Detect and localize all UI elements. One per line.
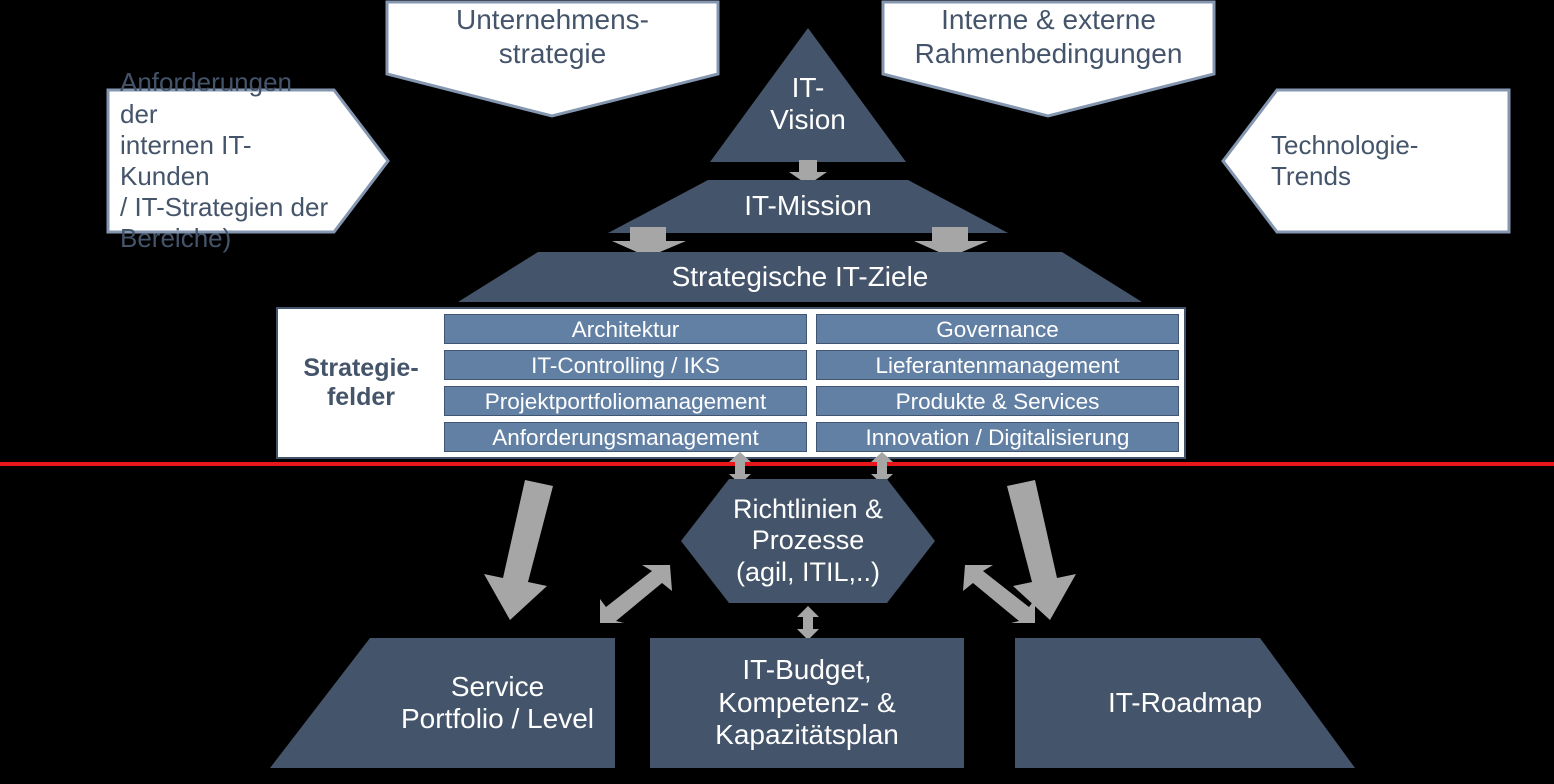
strategy-field-produkte-services[interactable]: Produkte & Services (816, 386, 1179, 416)
strategy-field-projektportfoliomanagement[interactable]: Projektportfoliomanagement (444, 386, 807, 416)
arrow-updown-icon (797, 606, 819, 640)
arrow-hexagon-to-it-roadmap (955, 563, 1037, 625)
callout-rahmenbedingungen-label: Interne & externe Rahmenbedingungen (914, 4, 1183, 69)
trapezoid-shape (608, 180, 1008, 233)
center-hexagon-richtlinien-prozesse: Richtlinien & Prozesse (agil, ITIL,..) (681, 479, 935, 603)
arrow-down-left-icon (484, 480, 553, 620)
triangle-shape (710, 28, 906, 162)
strategy-field-anforderungsmanagement[interactable]: Anforderungsmanagement (444, 422, 807, 452)
bottom-it-budget-label: IT-Budget, Kompetenz- & Kapazitätsplan (715, 654, 899, 751)
callout-unternehmensstrategie: Unternehmens-strategie (385, 0, 720, 118)
hexagon-shape (681, 479, 935, 603)
bottom-it-roadmap: IT-Roadmap (1015, 638, 1355, 768)
trapezoid-shape (458, 252, 1142, 302)
arrow-double-diagonal-icon (963, 565, 1035, 623)
arrow-hexagon-to-budget (795, 606, 821, 640)
strategy-fields-panel: Strategie-felder Architektur IT-Controll… (276, 307, 1186, 459)
red-separator-line (0, 462, 1554, 466)
pyramid-strategische-it-ziele: Strategische IT-Ziele (458, 252, 1142, 302)
arrow-to-service-portfolio (470, 478, 560, 622)
strategy-fields-label: Strategie-felder (303, 353, 419, 412)
callout-technologie-trends: Technologie- Trends (1221, 88, 1511, 234)
callout-anforderungen-label: Anforderungen der internen IT-Kunden / IT-… (120, 67, 329, 254)
strategy-field-lieferantenmanagement[interactable]: Lieferantenmanagement (816, 350, 1179, 380)
strategy-fields-left-column: Architektur IT-Controlling / IKS Projekt… (444, 314, 807, 452)
callout-anforderungen: Anforderungen der internen IT-Kunden / IT-… (106, 67, 390, 254)
callout-rahmenbedingungen: Interne & externe Rahmenbedingungen (881, 0, 1216, 118)
callout-technologie-trends-label: Technologie- Trends (1271, 129, 1419, 191)
pyramid-it-vision: IT- Vision (710, 28, 906, 162)
parallelogram-left-shape (270, 638, 615, 768)
strategy-field-architektur[interactable]: Architektur (444, 314, 807, 344)
strategy-fields-right-column: Governance Lieferantenmanagement Produkt… (816, 314, 1179, 452)
callout-unternehmensstrategie-label: Unternehmens-strategie (456, 4, 649, 69)
parallelogram-right-shape (1015, 638, 1355, 768)
arrow-hexagon-to-service-portfolio (598, 563, 680, 625)
strategy-field-governance[interactable]: Governance (816, 314, 1179, 344)
bottom-service-portfolio: Service Portfolio / Level (270, 638, 615, 768)
diagram-canvas: Unternehmens-strategie Interne & externe… (0, 0, 1554, 784)
bottom-it-budget: IT-Budget, Kompetenz- & Kapazitätsplan (650, 638, 964, 768)
pyramid-it-mission: IT-Mission (608, 180, 1008, 233)
strategy-field-it-controlling[interactable]: IT-Controlling / IKS (444, 350, 807, 380)
arrow-double-diagonal-icon (600, 565, 672, 623)
strategy-field-innovation-digitalisierung[interactable]: Innovation / Digitalisierung (816, 422, 1179, 452)
